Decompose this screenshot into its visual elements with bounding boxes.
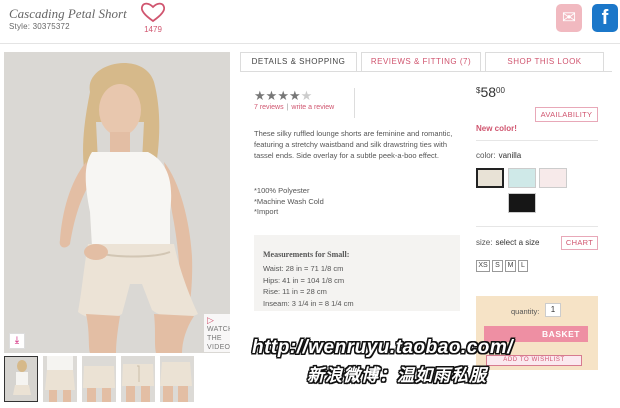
watermark-weibo: 新浪微博：温如雨私服 xyxy=(307,366,487,385)
size-option-m[interactable]: M xyxy=(505,260,516,272)
product-title: Cascading Petal Short xyxy=(9,6,127,21)
write-review-link[interactable]: write a review xyxy=(291,104,334,111)
color-label-text: color: xyxy=(476,151,496,160)
watch-video-line: VIDEO xyxy=(207,344,230,351)
watch-video-line: WATCH xyxy=(207,326,230,333)
measurement-line: Rise: 11 in = 28 cm xyxy=(263,287,327,296)
feature-item: *Import xyxy=(254,207,279,216)
tab-reviews-fitting[interactable]: REVIEWS & FITTING (7) xyxy=(361,52,481,72)
feature-item: *100% Polyester xyxy=(254,186,310,195)
tab-shop-this-look[interactable]: SHOP THIS LOOK xyxy=(485,52,604,72)
thumbnail[interactable] xyxy=(121,356,155,402)
size-chart-button[interactable]: CHART xyxy=(561,236,598,250)
product-description: These silky ruffled lounge shorts are fe… xyxy=(254,129,453,160)
facebook-icon[interactable]: f xyxy=(592,4,618,32)
review-divider xyxy=(354,88,355,118)
header-divider xyxy=(0,43,620,44)
heart-outline-icon[interactable] xyxy=(139,0,167,24)
feature-item: *Machine Wash Cold xyxy=(254,196,324,206)
availability-button[interactable]: AVAILABILITY xyxy=(535,107,598,122)
watermark-url: http://wenruyu.taobao.com/ xyxy=(252,337,514,358)
like-count: 1479 xyxy=(144,25,162,34)
measurements-heading: Measurements for Small: xyxy=(263,250,350,259)
size-option-xs[interactable]: XS xyxy=(476,260,490,272)
divider xyxy=(476,226,598,227)
tab-divider xyxy=(240,71,612,72)
star-icon: ★ xyxy=(265,88,278,103)
size-option-l[interactable]: L xyxy=(518,260,528,272)
thumbnail[interactable] xyxy=(4,356,38,402)
review-links: 7 reviews | write a review xyxy=(254,104,334,111)
price-main: 58 xyxy=(480,84,497,100)
price-cents: 00 xyxy=(496,86,505,95)
star-rating: ★★★★★ xyxy=(254,89,312,102)
model-illustration xyxy=(4,52,230,353)
color-swatch[interactable] xyxy=(539,168,567,188)
selected-size: select a size xyxy=(495,238,540,247)
thumbnail[interactable] xyxy=(43,356,77,402)
thumbnail[interactable] xyxy=(160,356,194,402)
quantity-label: quantity: xyxy=(511,307,540,316)
watch-video-line: THE xyxy=(207,335,222,342)
measurements-box: Measurements for Small: Waist: 28 in = 7… xyxy=(254,235,460,311)
price: $5800 xyxy=(476,84,505,102)
download-icon[interactable]: ⤓ xyxy=(9,333,25,349)
color-swatch[interactable] xyxy=(508,168,536,188)
color-label: color: vanilla xyxy=(476,151,521,160)
thumbnail-strip xyxy=(4,356,194,404)
divider xyxy=(476,140,598,141)
star-icon: ★ xyxy=(254,88,266,103)
product-header: Cascading Petal Short Style: 30375372 14… xyxy=(0,0,620,42)
color-swatch-vanilla[interactable] xyxy=(476,168,504,188)
watch-video-button[interactable]: ▷ WATCH THE VIDEO xyxy=(204,314,230,352)
selected-color: vanilla xyxy=(498,151,522,160)
play-icon: ▷ xyxy=(207,315,215,325)
star-icon: ★ xyxy=(288,88,301,103)
star-icon: ★ xyxy=(277,88,289,103)
reviews-count-link[interactable]: 7 reviews xyxy=(254,104,284,111)
tab-details-shopping[interactable]: DETAILS & SHOPPING xyxy=(240,52,357,72)
review-separator: | xyxy=(286,104,289,111)
color-swatch[interactable] xyxy=(508,193,536,213)
thumbnail[interactable] xyxy=(82,356,116,402)
measurement-line: Waist: 28 in = 71 1/8 cm xyxy=(263,264,344,273)
new-color-badge: New color! xyxy=(476,124,517,133)
quantity-input[interactable]: 1 xyxy=(545,303,561,317)
feature-list: *100% Polyester *Machine Wash Cold *Impo… xyxy=(254,186,454,218)
style-number: Style: 30375372 xyxy=(9,22,70,31)
product-tabs: DETAILS & SHOPPING REVIEWS & FITTING (7)… xyxy=(240,52,612,72)
price-currency: $ xyxy=(476,86,481,95)
size-option-s[interactable]: S xyxy=(492,260,503,272)
main-product-photo[interactable]: ⤓ ▷ WATCH THE VIDEO xyxy=(4,52,230,353)
half-star-icon: ★ xyxy=(300,88,313,103)
envelope-icon[interactable]: ✉ xyxy=(556,4,582,32)
size-label: size: select a size xyxy=(476,238,539,247)
measurement-line: Inseam: 3 1/4 in = 8 1/4 cm xyxy=(263,298,354,308)
measurement-line: Hips: 41 in = 104 1/8 cm xyxy=(263,275,345,285)
size-label-text: size: xyxy=(476,238,493,247)
